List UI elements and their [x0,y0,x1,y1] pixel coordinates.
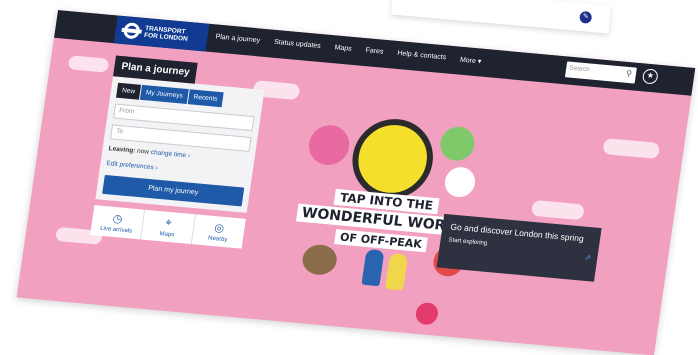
chevron-right-icon: › [187,152,191,160]
tab-new[interactable]: New [116,82,142,100]
cloud-decoration [602,138,661,159]
chevron-right-icon: › [154,164,159,172]
decoration [442,165,478,199]
child-figure [385,253,409,291]
tab-my-journeys[interactable]: My Journeys [139,84,189,105]
decoration [438,125,477,163]
chevron-down-icon: ▾ [477,58,482,66]
map-icon: ⌖ [164,216,173,230]
external-link-icon: ⇗ [584,252,592,263]
change-time-link[interactable]: change time [150,149,186,159]
partial-card-top: ✎ [391,0,611,34]
leaving-label: Leaving: [108,145,136,155]
planner-body: New My Journeys Recents From To Leaving:… [95,76,265,213]
tfl-homepage: TRANSPORT FOR LONDON Plan a journey Stat… [16,10,696,355]
quick-link-nearby[interactable]: ◎ Nearby [192,214,246,248]
nav-plan-a-journey[interactable]: Plan a journey [215,33,261,45]
from-placeholder: From [118,106,135,116]
nearby-icon: ◎ [213,222,225,235]
nav-fares[interactable]: Fares [365,47,384,57]
search-input[interactable]: Search ⚲ [564,61,637,84]
quick-links: ◷ Live arrivals ⌖ Maps ◎ Nearby [90,205,246,249]
journey-planner: Plan a journey New My Journeys Recents F… [90,55,267,249]
roundel-icon [122,22,141,40]
nav-maps[interactable]: Maps [334,44,352,53]
cloud-decoration [530,199,585,221]
search-placeholder: Search [568,64,591,74]
quick-link-live-arrivals[interactable]: ◷ Live arrivals [90,205,146,240]
nav-help-contacts[interactable]: Help & contacts [397,50,447,62]
quick-link-maps[interactable]: ⌖ Maps [140,209,197,245]
hero-illustration[interactable]: TAP INTO THE WONDERFUL WORLD OF OFF-PEAK [278,93,506,326]
decoration [306,123,352,167]
star-icon[interactable]: ★ [641,68,659,85]
tfl-logo[interactable]: TRANSPORT FOR LONDON [113,15,210,52]
main-nav: Plan a journey Status updates Maps Fares… [215,33,482,65]
cloud-decoration [67,55,110,73]
tab-recents[interactable]: Recents [187,89,224,108]
nav-status-updates[interactable]: Status updates [273,39,322,51]
football-graphic [414,301,440,326]
hero-line-3: OF OFF-PEAK [334,229,428,253]
decoration [300,243,339,277]
child-figure [361,248,385,287]
pencil-icon[interactable]: ✎ [579,10,593,24]
nav-more[interactable]: More ▾ [459,56,481,66]
search-icon[interactable]: ⚲ [626,69,633,78]
to-placeholder: To [115,127,124,136]
plan-journey-button[interactable]: Plan my journey [102,174,245,207]
leaving-value: now [136,147,150,156]
